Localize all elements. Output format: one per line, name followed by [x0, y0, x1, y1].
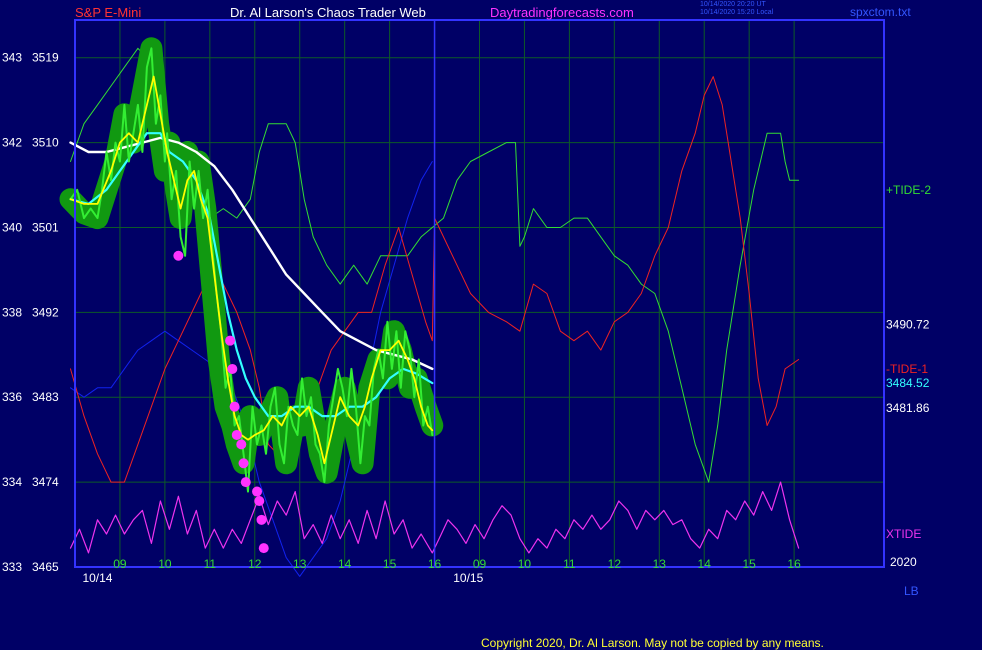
marker-point — [173, 250, 184, 261]
y-tick-right: 3474 — [32, 475, 59, 489]
x-tick-label: 15 — [383, 557, 397, 571]
x-tick-label: 09 — [113, 557, 127, 571]
timestamp-ut: 10/14/2020 20:20 UT — [700, 1, 766, 8]
x-tick-label: 14 — [338, 557, 352, 571]
chaos-trader-chart: 333 3465 334 3474 336 3483 338 3492 340 3501 342 35… — [2, 19, 931, 585]
right-label: +TIDE-2 — [886, 183, 931, 197]
x-tick-label: 12 — [608, 557, 622, 571]
y-tick-left: 340 — [2, 220, 22, 234]
marker-point — [227, 363, 238, 374]
x-tick-label: 14 — [698, 557, 712, 571]
right-label: -TIDE-1 — [886, 362, 928, 376]
x-tick-label: 15 — [742, 557, 756, 571]
day-label: 10/15 — [453, 571, 483, 585]
marker-point — [225, 335, 236, 346]
y-tick-right: 3483 — [32, 390, 59, 404]
right-label: 3481.86 — [886, 401, 930, 415]
lb-label: LB — [904, 584, 919, 598]
y-axis-labels: 333 3465 334 3474 336 3483 338 3492 340 3501 342 35… — [2, 51, 59, 574]
y-tick-left: 334 — [2, 475, 22, 489]
y-tick-left: 338 — [2, 305, 22, 319]
y-tick-right: 3465 — [32, 560, 59, 574]
marker-point — [258, 543, 269, 554]
timestamp-local: 10/14/2020 15:20 Local — [700, 9, 774, 16]
y-tick-left: 333 — [2, 560, 22, 574]
x-tick-label: 13 — [293, 557, 307, 571]
marker-point — [256, 514, 267, 525]
chart-title: Dr. Al Larson's Chaos Trader Web — [230, 5, 426, 20]
marker-point — [229, 401, 240, 412]
site-link[interactable]: Daytradingforecasts.com — [490, 5, 634, 20]
x-tick-label: 09 — [473, 557, 487, 571]
marker-point — [236, 439, 247, 450]
marker-point — [240, 477, 251, 488]
marker-point — [231, 429, 242, 440]
x-tick-label: 12 — [248, 557, 262, 571]
marker-point — [238, 458, 249, 469]
x-tick-label: 13 — [653, 557, 667, 571]
symbol-title: S&P E-Mini — [75, 5, 142, 20]
data-file: spxctom.txt — [850, 5, 911, 19]
right-labels: +TIDE-2 3490.72 -TIDE-13484.52 3481.86 XTIDE — [886, 183, 931, 541]
right-label: 3484.52 — [886, 376, 930, 390]
copyright: Copyright 2020, Dr. Al Larson. May not b… — [481, 636, 824, 650]
x-tick-label: 16 — [787, 557, 801, 571]
y-tick-left: 343 — [2, 51, 22, 65]
day-label: 10/14 — [82, 571, 112, 585]
day-labels: 10/14 10/15 — [82, 571, 483, 585]
right-label: XTIDE — [886, 527, 921, 541]
y-tick-left: 336 — [2, 390, 22, 404]
x-tick-label: 10 — [158, 557, 172, 571]
right-label: 3490.72 — [886, 317, 930, 331]
y-tick-right: 3501 — [32, 220, 59, 234]
marker-point — [252, 486, 263, 497]
x-tick-label: 11 — [204, 557, 217, 571]
x-tick-label: 10 — [518, 557, 532, 571]
marker-point — [254, 495, 265, 506]
y-tick-right: 3519 — [32, 51, 59, 65]
y-tick-left: 342 — [2, 136, 22, 150]
y-tick-right: 3492 — [32, 305, 59, 319]
year-label: 2020 — [890, 555, 917, 569]
x-tick-label: 11 — [563, 557, 576, 571]
x-tick-label: 16 — [428, 557, 442, 571]
y-tick-right: 3510 — [32, 136, 59, 150]
